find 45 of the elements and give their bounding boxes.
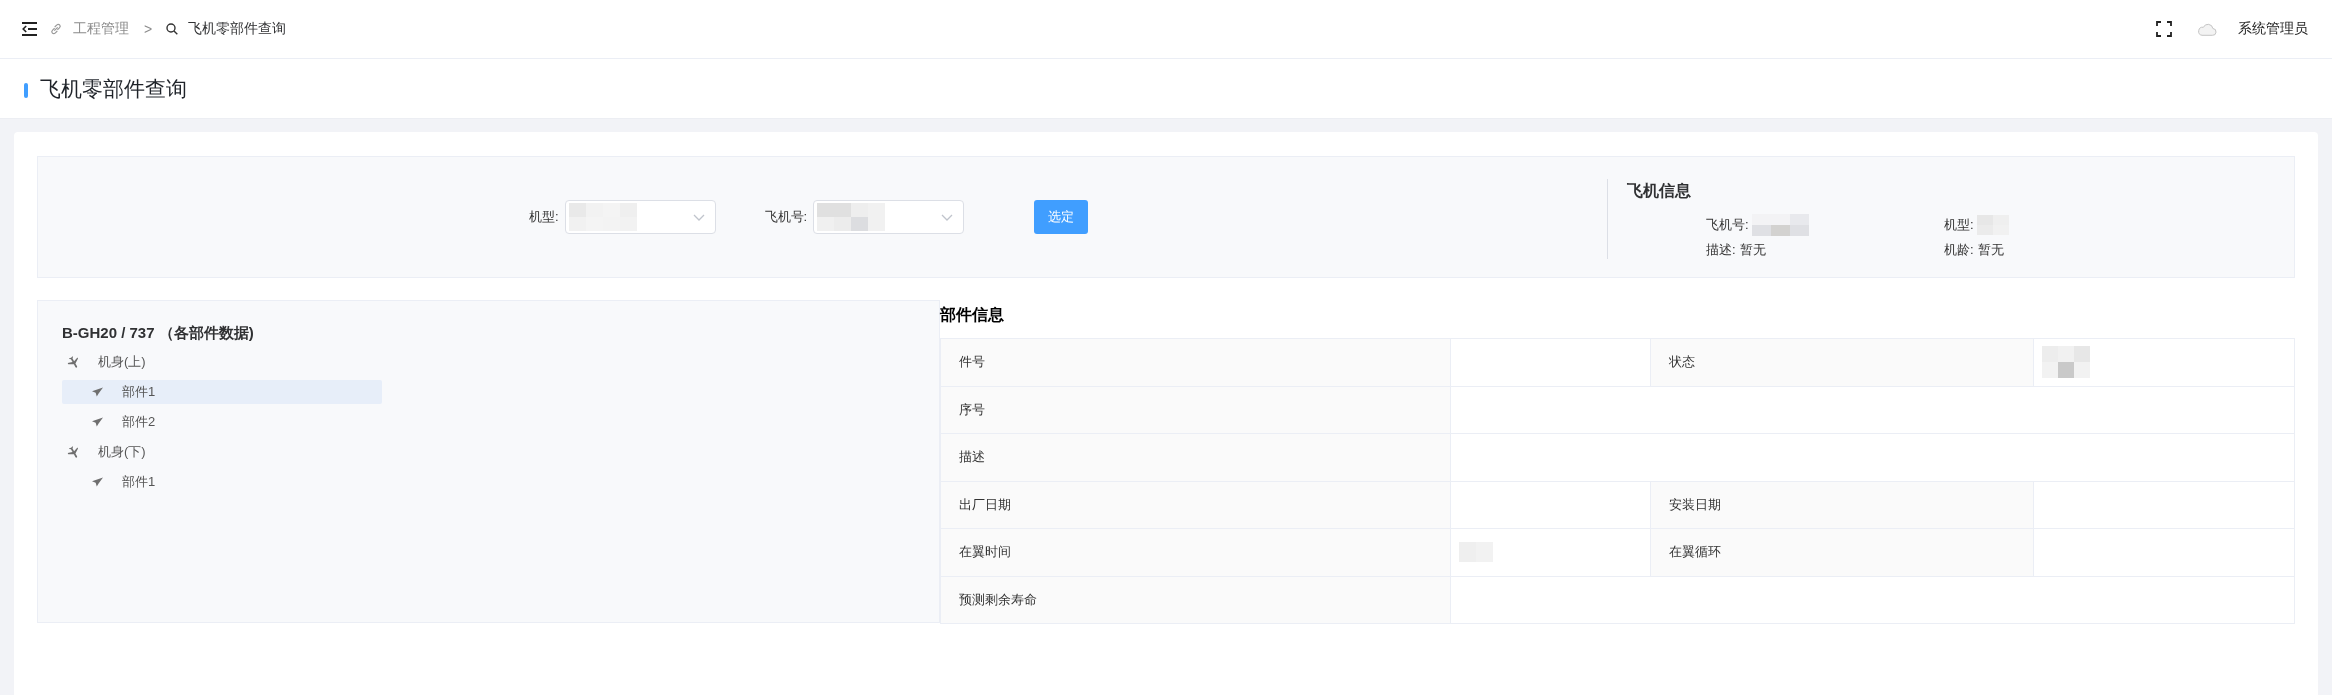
label-cell: 安装日期 bbox=[1650, 481, 2034, 529]
dropdown[interactable] bbox=[813, 200, 965, 234]
label-cell: 出厂日期 bbox=[940, 481, 1451, 529]
user-name[interactable]: 系统管理员 bbox=[2238, 20, 2308, 38]
chevron-down-icon bbox=[692, 213, 705, 221]
label-cell: 在翼时间 bbox=[940, 528, 1451, 576]
info-label: 机龄: bbox=[1944, 241, 1974, 259]
label-cell: 预测剩余寿命 bbox=[940, 576, 1451, 624]
paper-plane-icon bbox=[92, 417, 103, 427]
tree-title: B-GH20 / 737 （各部件数据) bbox=[62, 323, 254, 343]
paper-plane-icon bbox=[92, 387, 103, 397]
tree-item[interactable]: 部件1 bbox=[62, 380, 382, 404]
label-cell: 在翼循环 bbox=[1650, 528, 2034, 576]
page-title: 飞机零部件查询 bbox=[40, 75, 187, 102]
label-cell: 序号 bbox=[940, 386, 1451, 434]
link-icon bbox=[50, 23, 62, 35]
info-label: 飞机号: bbox=[1706, 216, 1749, 234]
info-value: 暂无 bbox=[1977, 241, 2004, 259]
airplane-icon bbox=[67, 355, 80, 369]
label-cell: 状态 bbox=[1650, 338, 2034, 386]
breadcrumb-current: 飞机零部件查询 bbox=[188, 20, 287, 38]
label-cell: 件号 bbox=[940, 338, 1451, 386]
info-label: 机型: bbox=[1944, 216, 1974, 234]
breadcrumb-separator: > bbox=[144, 21, 153, 37]
field-label: 机型: bbox=[528, 208, 559, 226]
dropdown[interactable] bbox=[564, 200, 716, 234]
section-title: 部件信息 bbox=[940, 306, 1004, 323]
tree-item[interactable]: 机身(上) bbox=[62, 350, 382, 374]
accent-bar bbox=[24, 82, 28, 98]
menu-fold-icon[interactable] bbox=[22, 22, 37, 36]
search-icon bbox=[166, 23, 179, 35]
label-cell: 描述 bbox=[940, 433, 1451, 481]
airplane-icon bbox=[67, 445, 80, 459]
tree-item[interactable]: 部件2 bbox=[62, 410, 382, 434]
section-title: 飞机信息 bbox=[1627, 181, 1691, 201]
info-label: 描述: bbox=[1706, 241, 1736, 259]
paper-plane-icon bbox=[92, 477, 103, 487]
fullscreen-icon[interactable] bbox=[2156, 21, 2172, 37]
cloud-icon[interactable] bbox=[2197, 22, 2217, 36]
field-label: 飞机号: bbox=[764, 208, 808, 226]
breadcrumb-link[interactable]: 工程管理 bbox=[73, 20, 129, 38]
tree-item[interactable]: 部件1 bbox=[62, 470, 382, 494]
info-value: 暂无 bbox=[1739, 241, 1766, 259]
chevron-down-icon bbox=[941, 213, 954, 221]
tree-item[interactable]: 机身(下) bbox=[62, 440, 382, 464]
